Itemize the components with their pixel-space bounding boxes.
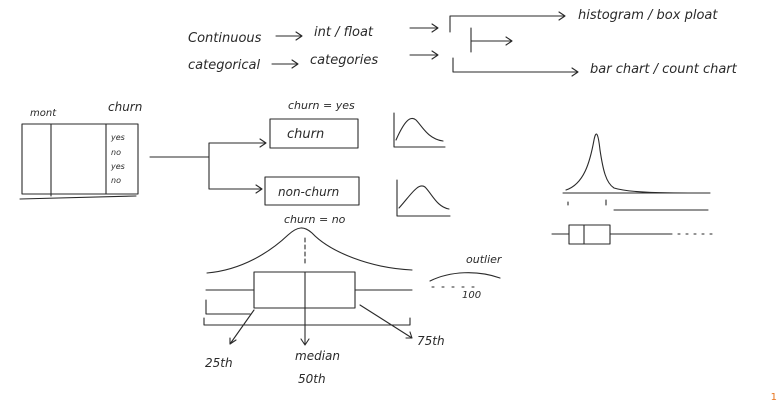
label-barchart-countchart: bar chart / count chart: [590, 62, 738, 77]
arrow-median: [300, 307, 310, 346]
arrow-categories: [409, 50, 439, 60]
table-col-churn: churn: [108, 100, 142, 114]
table-cell: yes: [110, 162, 125, 171]
range-brackets: [203, 299, 411, 326]
table-cell: no: [111, 176, 121, 185]
label-continuous: Continuous: [188, 31, 262, 46]
label-categorical: categorical: [188, 58, 260, 73]
nonchurn-box-label: non-churn: [278, 185, 339, 199]
skewed-distribution-curve: [565, 133, 709, 194]
right-boxplot-box: [568, 224, 611, 245]
arrow-25th: [229, 309, 255, 345]
label-median: median: [295, 349, 340, 363]
label-int-float: int / float: [314, 25, 374, 40]
label-50th: 50th: [298, 372, 326, 386]
label-churn-eq-yes: churn = yes: [288, 99, 355, 112]
label-100: 100: [462, 290, 481, 301]
arrow-75th: [359, 304, 413, 339]
page-number: 1: [770, 392, 777, 403]
arrow-categorical: [271, 59, 299, 69]
outlier-marks: [429, 272, 501, 288]
label-25th: 25th: [205, 356, 233, 370]
arrow-continuous: [275, 31, 303, 41]
churn-box-label: churn: [287, 127, 324, 142]
split-connector: [149, 138, 267, 194]
arrow-int-float: [409, 23, 439, 33]
branch-to-barchart: [452, 57, 579, 77]
bell-curve: [206, 227, 413, 274]
skewed-tick-marks: [567, 199, 607, 206]
table-underline: [19, 195, 137, 200]
label-histogram-boxplot: histogram / box ploat: [578, 8, 718, 23]
label-categories: categories: [310, 53, 378, 68]
label-churn-eq-no: churn = no: [284, 213, 346, 226]
table-col-month: mont: [30, 108, 57, 119]
label-outlier: outlier: [466, 253, 503, 266]
table-cell: no: [111, 148, 121, 157]
table-cell: yes: [110, 133, 125, 142]
sketch-canvas: Continuous int / float categorical categ…: [19, 8, 738, 386]
branch-to-histogram: [449, 11, 566, 33]
churn-distribution-plot: [393, 112, 446, 148]
label-75th: 75th: [417, 334, 445, 348]
branch-middle: [470, 27, 513, 53]
whiteboard-page: Continuous int / float categorical categ…: [0, 0, 783, 407]
nonchurn-distribution-plot: [396, 179, 451, 217]
